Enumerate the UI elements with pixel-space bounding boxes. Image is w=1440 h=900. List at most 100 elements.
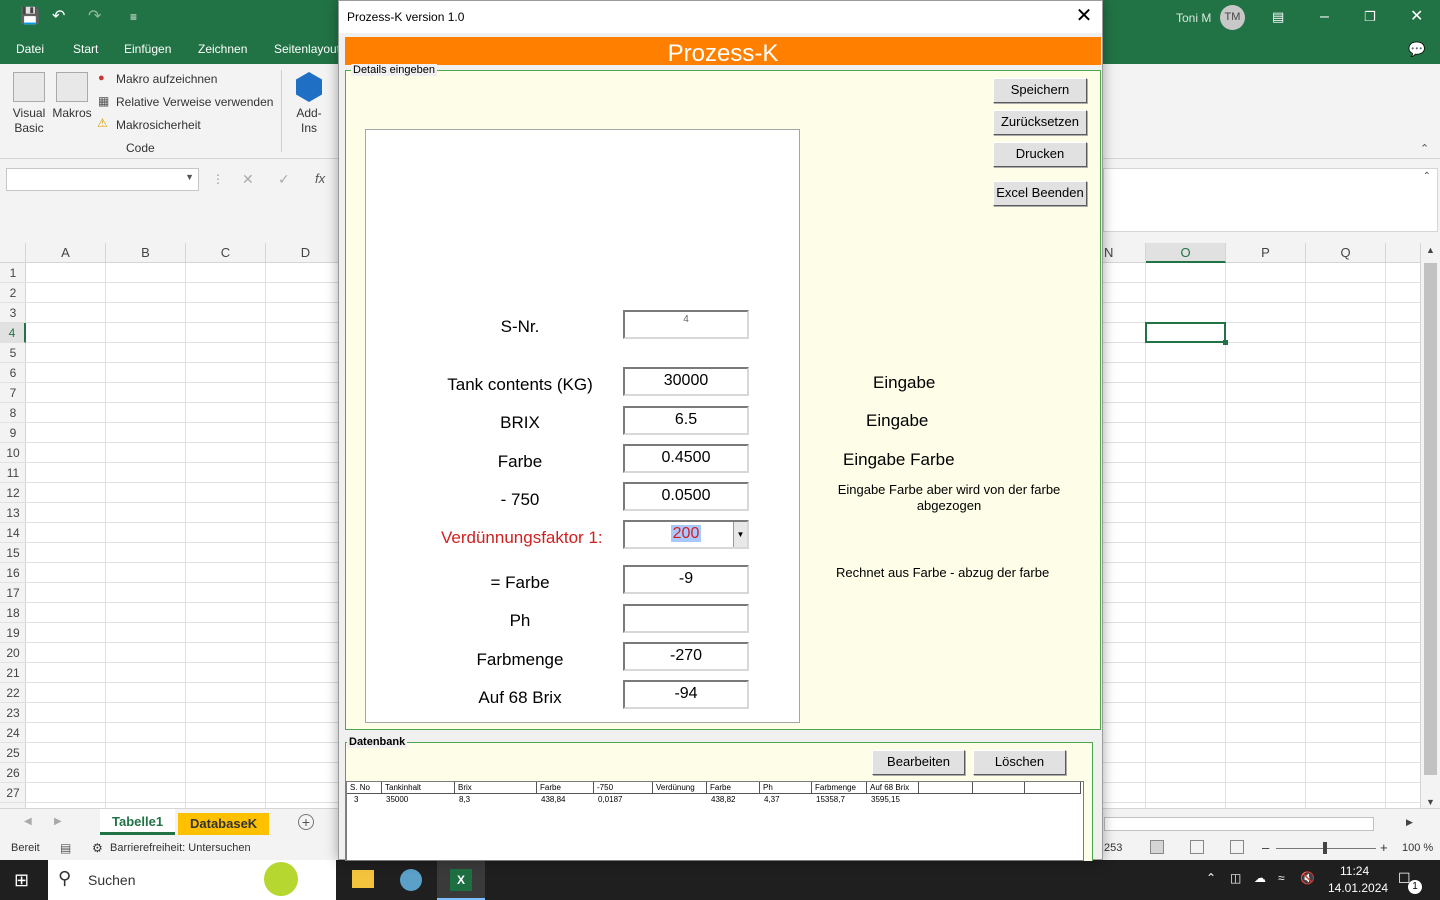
- tank-field[interactable]: 30000: [623, 367, 749, 396]
- app-icon[interactable]: [400, 869, 422, 891]
- snr-field[interactable]: 4: [623, 310, 749, 339]
- save-icon[interactable]: 💾: [20, 8, 40, 26]
- excel-taskbar-button[interactable]: X: [437, 860, 485, 900]
- scroll-up-icon[interactable]: ▲: [1426, 245, 1435, 255]
- clock-date[interactable]: 14.01.2024: [1328, 881, 1388, 895]
- column-a[interactable]: A: [26, 243, 106, 263]
- list-header[interactable]: Ph: [760, 782, 812, 794]
- prev-sheet-icon[interactable]: ◀: [24, 816, 32, 827]
- makro-aufzeichnen-button[interactable]: Makro aufzeichnen: [116, 72, 217, 86]
- form-close-icon[interactable]: ✕: [1074, 5, 1094, 27]
- scroll-down-icon[interactable]: ▼: [1426, 797, 1435, 807]
- row-19[interactable]: 19: [0, 623, 26, 643]
- bearbeiten-button[interactable]: Bearbeiten: [872, 750, 965, 775]
- network-drive-icon[interactable]: ◫: [1230, 871, 1241, 885]
- page-layout-icon[interactable]: [1190, 840, 1204, 854]
- zoom-out-icon[interactable]: –: [1262, 840, 1269, 855]
- verduennung-combobox[interactable]: 200 ▼: [623, 520, 749, 549]
- zuruecksetzen-button[interactable]: Zurücksetzen: [993, 110, 1087, 135]
- select-all[interactable]: [0, 243, 26, 263]
- row-4[interactable]: 4: [0, 323, 26, 343]
- row-8[interactable]: 8: [0, 403, 26, 423]
- windows-start-icon[interactable]: ⊞: [14, 870, 29, 891]
- row-17[interactable]: 17: [0, 583, 26, 603]
- minimize-icon[interactable]: –: [1320, 8, 1329, 26]
- row-3[interactable]: 3: [0, 303, 26, 323]
- tab-start[interactable]: Start: [73, 42, 98, 56]
- zoom-in-icon[interactable]: +: [1380, 840, 1388, 855]
- close-icon[interactable]: ✕: [1410, 8, 1423, 26]
- row-7[interactable]: 7: [0, 383, 26, 403]
- row-24[interactable]: 24: [0, 723, 26, 743]
- zoom-level[interactable]: 100 %: [1402, 842, 1433, 854]
- row-18[interactable]: 18: [0, 603, 26, 623]
- restore-icon[interactable]: ❐: [1364, 8, 1376, 26]
- macro-record-icon[interactable]: ▤: [60, 841, 71, 855]
- row-13[interactable]: 13: [0, 503, 26, 523]
- horizontal-scroll-thumb[interactable]: [1104, 817, 1374, 831]
- tab-seitenlayout[interactable]: Seitenlayout: [274, 42, 340, 56]
- farbe-field[interactable]: 0.4500: [623, 444, 749, 473]
- taskbar-search[interactable]: ⚲ Suchen: [48, 860, 336, 900]
- list-header[interactable]: S. No: [347, 782, 382, 794]
- collapse-ribbon-icon[interactable]: ⌃: [1420, 142, 1429, 155]
- tab-datei[interactable]: Datei: [16, 42, 44, 56]
- list-header[interactable]: Farbe: [537, 782, 594, 794]
- row-14[interactable]: 14: [0, 523, 26, 543]
- visual-basic-button[interactable]: Visual Basic: [8, 72, 50, 136]
- addins-button[interactable]: Add-Ins: [290, 72, 328, 136]
- list-header[interactable]: -750: [594, 782, 653, 794]
- row-15[interactable]: 15: [0, 543, 26, 563]
- tab-zeichnen[interactable]: Zeichnen: [198, 42, 247, 56]
- add-sheet-icon[interactable]: +: [298, 814, 314, 830]
- list-header[interactable]: Verdünung: [653, 782, 707, 794]
- list-header[interactable]: Tankinhalt: [382, 782, 455, 794]
- row-11[interactable]: 11: [0, 463, 26, 483]
- row-5[interactable]: 5: [0, 343, 26, 363]
- eq-farbe-field[interactable]: -9: [623, 565, 749, 594]
- farbmenge-field[interactable]: -270: [623, 642, 749, 671]
- makros-button[interactable]: Makros: [52, 72, 92, 121]
- chevron-down-icon[interactable]: ▼: [733, 522, 747, 547]
- list-header[interactable]: Brix: [455, 782, 537, 794]
- tab-einfuegen[interactable]: Einfügen: [124, 42, 171, 56]
- row-12[interactable]: 12: [0, 483, 26, 503]
- row-22[interactable]: 22: [0, 683, 26, 703]
- clock-time[interactable]: 11:24: [1340, 864, 1369, 878]
- list-header[interactable]: Farbmenge: [812, 782, 867, 794]
- column-d[interactable]: D: [266, 243, 346, 263]
- excel-beenden-button[interactable]: Excel Beenden: [993, 181, 1087, 206]
- scroll-right-icon[interactable]: ▶: [1406, 817, 1413, 828]
- column-b[interactable]: B: [106, 243, 186, 263]
- row-16[interactable]: 16: [0, 563, 26, 583]
- row-20[interactable]: 20: [0, 643, 26, 663]
- next-sheet-icon[interactable]: ▶: [54, 816, 62, 827]
- row-23[interactable]: 23: [0, 703, 26, 723]
- name-box[interactable]: ▼: [6, 168, 199, 191]
- row-25[interactable]: 25: [0, 743, 26, 763]
- speaker-muted-icon[interactable]: 🔇: [1300, 871, 1315, 885]
- cloud-icon[interactable]: ☁: [1254, 871, 1266, 885]
- redo-icon[interactable]: ↷: [88, 8, 101, 26]
- undo-icon[interactable]: ↶: [52, 8, 65, 26]
- speichern-button[interactable]: Speichern: [993, 78, 1087, 103]
- column-p[interactable]: P: [1226, 243, 1306, 263]
- row-26[interactable]: 26: [0, 763, 26, 783]
- cancel-entry-icon[interactable]: ✕: [242, 171, 254, 188]
- avatar[interactable]: TM: [1220, 5, 1245, 30]
- relative-verweise-button[interactable]: Relative Verweise verwenden: [116, 95, 273, 109]
- row-9[interactable]: 9: [0, 423, 26, 443]
- vertical-scrollbar[interactable]: ▲ ▼: [1420, 243, 1440, 811]
- row-21[interactable]: 21: [0, 663, 26, 683]
- row-10[interactable]: 10: [0, 443, 26, 463]
- drucken-button[interactable]: Drucken: [993, 142, 1087, 167]
- row-6[interactable]: 6: [0, 363, 26, 383]
- ribbon-display-icon[interactable]: ▤: [1272, 8, 1284, 26]
- insert-function-icon[interactable]: fx: [315, 171, 325, 186]
- column-o[interactable]: O: [1146, 243, 1226, 263]
- loeschen-button[interactable]: Löschen: [973, 750, 1066, 775]
- datenbank-listbox[interactable]: S. No Tankinhalt Brix Farbe -750 Verdünu…: [346, 781, 1084, 861]
- column-c[interactable]: C: [186, 243, 266, 263]
- row-1[interactable]: 1: [0, 263, 26, 283]
- active-cell[interactable]: [1145, 322, 1226, 343]
